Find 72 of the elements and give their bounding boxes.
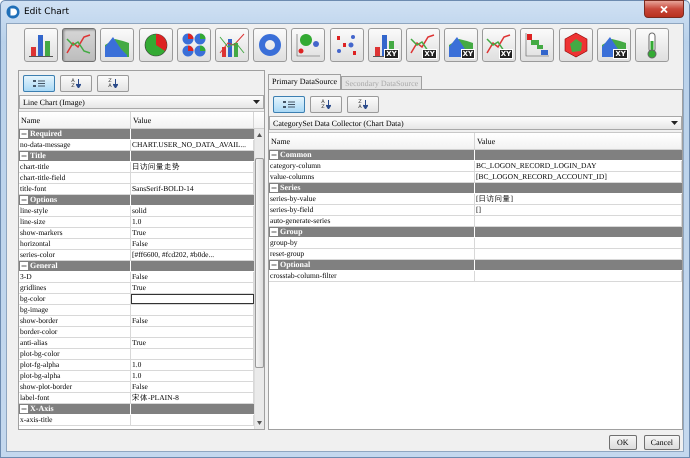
group-label: Series: [280, 183, 300, 193]
group-header[interactable]: Title: [19, 151, 254, 162]
chart-type-button[interactable]: [62, 28, 96, 62]
app-icon: [6, 5, 20, 19]
pie-chart-icon: [142, 31, 170, 59]
chart-type-button[interactable]: [330, 28, 364, 62]
collapse-icon[interactable]: [270, 184, 278, 192]
group-label: X-Axis: [30, 404, 54, 414]
column-header[interactable]: Value: [131, 112, 254, 128]
step-chart-icon: [523, 31, 552, 59]
group-header[interactable]: Common: [269, 150, 682, 161]
group-label: Required: [30, 129, 62, 139]
cancel-button[interactable]: Cancel: [644, 435, 680, 450]
down-arrow-icon: [362, 100, 368, 109]
group-header[interactable]: X-Axis: [19, 404, 254, 415]
collapse-icon[interactable]: [20, 130, 28, 138]
chart-type-button[interactable]: [100, 28, 134, 62]
collapse-icon[interactable]: [20, 152, 28, 160]
down-arrow-icon: [76, 79, 81, 88]
dropdown-arrow-icon: [671, 121, 678, 125]
categorized-button[interactable]: [23, 75, 55, 92]
multi-pie-icon: [180, 31, 208, 59]
scroll-up-icon[interactable]: [256, 132, 263, 138]
chart-type-button[interactable]: [558, 28, 593, 62]
group-label: Options: [30, 195, 58, 205]
bubble-chart-icon: [294, 31, 322, 59]
chart-type-button[interactable]: [520, 28, 554, 62]
bar-line-chart-icon: [218, 31, 246, 59]
down-arrow-icon: [112, 79, 118, 88]
chart-type-button[interactable]: [24, 28, 58, 62]
ok-button[interactable]: OK: [608, 435, 637, 450]
close-button[interactable]: [644, 0, 684, 18]
group-label: Common: [280, 150, 312, 160]
group-header[interactable]: Series: [269, 183, 682, 194]
chart-type-button[interactable]: [138, 28, 173, 62]
chart-type-button[interactable]: [253, 28, 288, 62]
collapse-icon[interactable]: [270, 261, 278, 269]
categorized-icon: [32, 78, 46, 88]
window-title: Edit Chart: [24, 7, 70, 17]
tab[interactable]: Primary DataSource: [268, 74, 342, 89]
group-label: Group: [280, 227, 303, 237]
categorized-button[interactable]: [273, 96, 305, 113]
close-icon: [660, 6, 668, 12]
radar-chart-icon: [562, 31, 590, 59]
group-label: Optional: [280, 260, 310, 270]
collapse-icon[interactable]: [20, 405, 28, 413]
group-header[interactable]: Group: [269, 227, 682, 238]
collapse-icon[interactable]: [20, 262, 28, 270]
chart-type-button[interactable]: [291, 28, 326, 62]
column-header[interactable]: Name: [269, 133, 475, 149]
collapse-icon[interactable]: [20, 196, 28, 204]
value-input[interactable]: [131, 294, 254, 304]
collapse-icon[interactable]: [270, 228, 278, 236]
group-header[interactable]: Required: [19, 129, 254, 140]
group-label: Title: [30, 151, 46, 161]
group-header[interactable]: Options: [19, 195, 254, 206]
dropdown-arrow-icon: [253, 100, 260, 104]
column-header[interactable]: Value: [475, 133, 682, 149]
scroll-down-icon[interactable]: [256, 420, 263, 426]
chart-type-dropdown[interactable]: Line Chart (Image): [19, 95, 264, 109]
chart-type-button[interactable]: [635, 28, 669, 62]
scrollbar[interactable]: [254, 129, 264, 429]
chart-type-button[interactable]: [176, 28, 211, 62]
column-header[interactable]: Name: [19, 112, 131, 128]
collapse-icon[interactable]: [270, 151, 278, 159]
group-header[interactable]: General: [19, 261, 254, 272]
chart-type-dropdown[interactable]: CategorySet Data Collector (Chart Data): [269, 116, 682, 130]
group-header[interactable]: Optional: [269, 260, 682, 271]
group-label: General: [30, 261, 58, 271]
chart-type-button[interactable]: [214, 28, 249, 62]
categorized-icon: [282, 100, 296, 110]
down-arrow-icon: [326, 100, 331, 109]
